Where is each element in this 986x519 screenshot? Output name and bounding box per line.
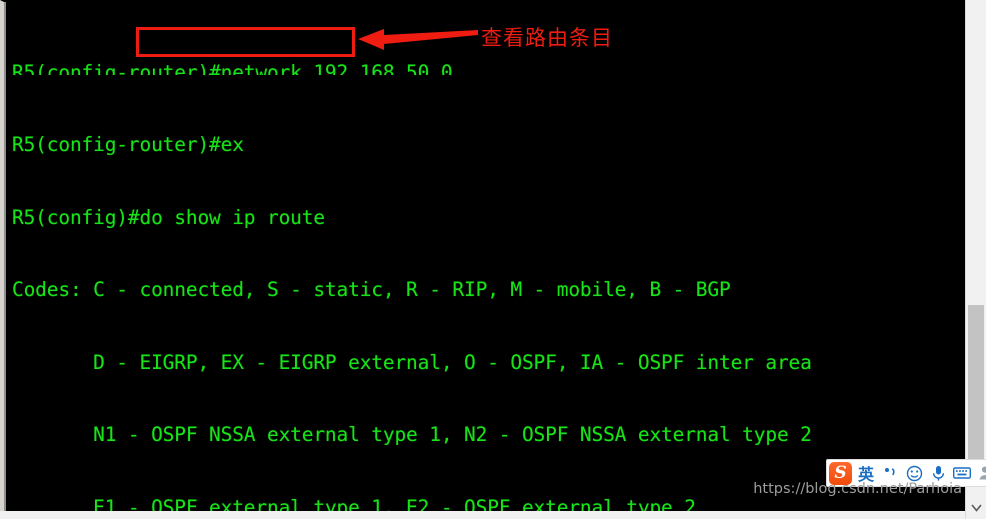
terminal-line: N1 - OSPF NSSA external type 1, N2 - OSP…	[12, 423, 812, 447]
watermark-url: https://blog.csdn.net/Parhoia	[753, 481, 962, 497]
scrollbar-thumb[interactable]	[968, 305, 984, 480]
screenshot-root: R5(config-router)#network 192.168.50.0 R…	[0, 0, 986, 519]
terminal-line-command: R5(config)#do show ip route	[12, 205, 325, 229]
terminal-line: Codes: C - connected, S - static, R - RI…	[12, 278, 731, 302]
terminal-line: D - EIGRP, EX - EIGRP external, O - OSPF…	[12, 350, 812, 374]
terminal-output: R5(config-router)#network 192.168.50.0 R…	[12, 0, 962, 519]
terminal-line: R5(config-router)#ex	[12, 133, 244, 157]
terminal-line: R5(config-router)#network 192.168.50.0	[12, 60, 453, 75]
account-icon[interactable]: ?	[976, 462, 986, 484]
terminal-window[interactable]: R5(config-router)#network 192.168.50.0 R…	[0, 0, 966, 519]
horizontal-scrollbar[interactable]	[0, 511, 966, 519]
vertical-scrollbar[interactable]	[965, 0, 986, 519]
annotation-label: 查看路由条目	[481, 26, 613, 50]
scroll-down-arrow-icon[interactable]	[966, 497, 986, 519]
